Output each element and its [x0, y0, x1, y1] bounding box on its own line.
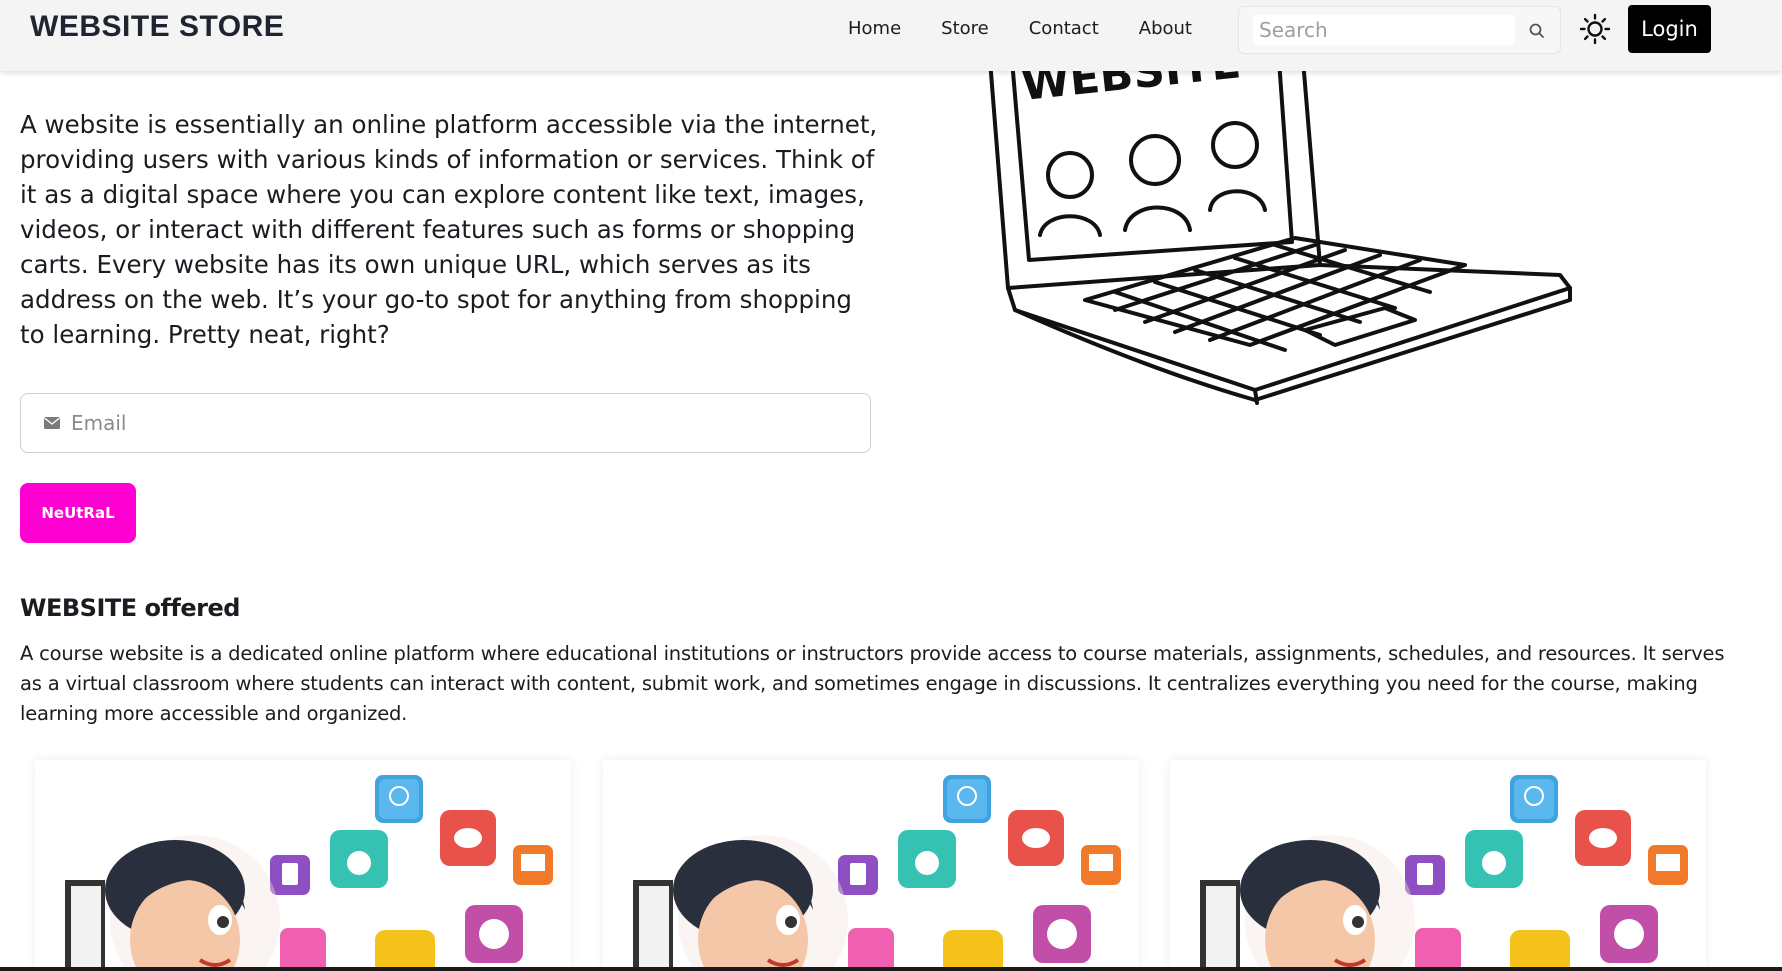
brand-logo[interactable]: WEBSITE STORE — [30, 10, 284, 44]
nav-link-about[interactable]: About — [1139, 17, 1192, 41]
navbar: WEBSITE STORE Home Store Contact About L… — [0, 0, 1782, 71]
course-card[interactable] — [1170, 760, 1706, 971]
login-button[interactable]: Login — [1628, 5, 1711, 53]
intro-paragraph: A website is essentially an online platf… — [20, 110, 878, 349]
search-input[interactable] — [1253, 15, 1515, 45]
course-card[interactable] — [35, 760, 571, 971]
envelope-icon — [44, 417, 60, 429]
student-illustration — [633, 775, 1121, 971]
email-field — [20, 393, 871, 453]
student-illustration — [1200, 775, 1688, 971]
email-input[interactable] — [71, 406, 851, 440]
nav-link-home[interactable]: Home — [848, 17, 901, 41]
search-icon[interactable] — [1527, 21, 1547, 41]
student-illustration — [65, 775, 553, 971]
section-title: WEBSITE offered — [20, 594, 240, 622]
neutral-button[interactable]: NeUtRaL — [20, 483, 136, 543]
search-box — [1238, 6, 1561, 54]
nav-link-store[interactable]: Store — [941, 17, 989, 41]
nav-links: Home Store Contact About — [848, 17, 1232, 41]
course-card[interactable] — [603, 760, 1139, 971]
section-description: A course website is a dedicated online p… — [20, 642, 1725, 725]
page-bottom-divider — [0, 967, 1782, 971]
nav-link-contact[interactable]: Contact — [1029, 17, 1099, 41]
laptop-illustration: WEBSITE — [988, 60, 1572, 405]
sun-icon[interactable] — [1579, 13, 1611, 45]
